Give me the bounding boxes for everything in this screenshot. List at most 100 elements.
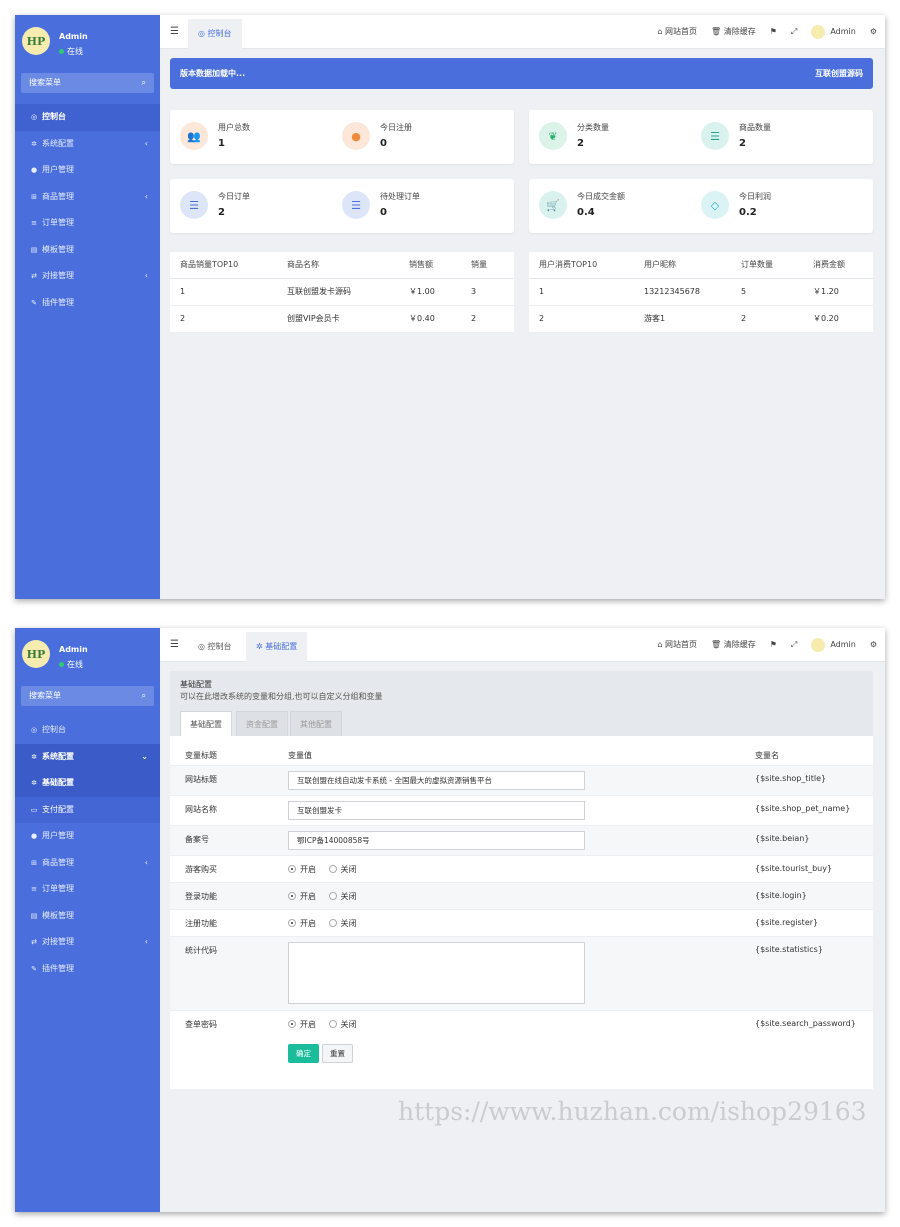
language-icon[interactable]: ⚑ bbox=[770, 628, 777, 662]
field-label: 游客购买 bbox=[185, 865, 217, 874]
config-row-login: 登录功能 开启 关闭 {$site.login} bbox=[170, 883, 873, 910]
sidebar-item-users[interactable]: ● 用户管理 bbox=[15, 823, 160, 850]
menu-toggle-icon[interactable]: ☰ bbox=[170, 628, 179, 662]
avatar[interactable]: HP bbox=[22, 27, 50, 55]
sidebar-item-plugins[interactable]: ✎ 插件管理 bbox=[15, 290, 160, 317]
tab-basic-config[interactable]: ✲ 基础配置 bbox=[246, 632, 308, 662]
sidebar-item-dashboard[interactable]: ◎ 控制台 bbox=[15, 104, 160, 131]
sidebar-item-basic-config[interactable]: ✲ 基础配置 bbox=[15, 770, 160, 797]
radio-label: 关闭 bbox=[340, 919, 357, 928]
user-menu[interactable]: Admin bbox=[811, 15, 856, 49]
online-dot-icon bbox=[59, 662, 64, 667]
radio-off[interactable]: 关闭 bbox=[328, 892, 357, 901]
radio-off[interactable]: 关闭 bbox=[328, 1020, 357, 1029]
radio-on[interactable]: 开启 bbox=[288, 892, 316, 901]
variable-name: {$site.search_password} bbox=[755, 1019, 856, 1028]
sidebar-item-docking[interactable]: ⇄ 对接管理 ‹ bbox=[15, 929, 160, 956]
radio-on[interactable]: 开启 bbox=[288, 1020, 316, 1029]
column-header: 用户昵称 bbox=[634, 252, 731, 279]
table-row: 2 创盟VIP会员卡 ￥0.40 2 bbox=[170, 305, 514, 333]
avatar[interactable]: HP bbox=[22, 640, 50, 668]
radio-off[interactable]: 关闭 bbox=[328, 919, 357, 928]
reset-button[interactable]: 重置 bbox=[322, 1044, 353, 1063]
radio-unchecked-icon bbox=[328, 919, 337, 927]
exchange-icon: ⇄ bbox=[31, 938, 37, 946]
clear-cache-link[interactable]: 🗑 清除缓存 bbox=[711, 15, 756, 49]
sidebar-item-goods[interactable]: ⊞ 商品管理 ‹ bbox=[15, 850, 160, 877]
sidebar-item-payment-config[interactable]: ▭ 支付配置 bbox=[15, 796, 160, 823]
status-text: 在线 bbox=[67, 47, 83, 56]
table-cell: 1 bbox=[529, 278, 634, 306]
list-icon: ☰ bbox=[701, 122, 729, 150]
home-link[interactable]: ⌂ 网站首页 bbox=[657, 15, 697, 49]
sidebar-item-plugins[interactable]: ✎ 插件管理 bbox=[15, 956, 160, 983]
stat-value: 0.4 bbox=[577, 207, 595, 218]
settings-icon[interactable]: ⚙ bbox=[870, 628, 877, 662]
shop-name-input[interactable]: 互联创盟发卡 bbox=[288, 801, 585, 820]
sidebar-item-orders[interactable]: ≡ 订单管理 bbox=[15, 210, 160, 237]
search-icon[interactable]: ⌕ bbox=[142, 73, 146, 93]
menu-search-input[interactable]: 搜索菜单 ⌕ bbox=[21, 73, 154, 93]
shop-title-input[interactable]: 互联创盟在线自动发卡系统 - 全国最大的虚拟资源销售平台 bbox=[288, 771, 585, 790]
stat-today-profit: ◇ 今日利润 0.2 bbox=[701, 191, 861, 221]
navbar-right: ⌂ 网站首页 🗑 清除缓存 ⚑ ⤢ Admin ⚙ bbox=[657, 15, 877, 49]
tab-basic-config[interactable]: 基础配置 bbox=[180, 711, 232, 736]
fullscreen-icon[interactable]: ⤢ bbox=[791, 628, 797, 662]
search-password-radio-group: 开启 关闭 bbox=[288, 1019, 357, 1030]
home-icon: ⌂ bbox=[657, 27, 666, 36]
search-icon[interactable]: ⌕ bbox=[142, 686, 146, 706]
home-link[interactable]: ⌂ 网站首页 bbox=[657, 628, 697, 662]
clear-cache-link[interactable]: 🗑 清除缓存 bbox=[711, 628, 756, 662]
config-panel: 基础配置 可以在此增改系统的变量和分组,也可以自定义分组和变量 基础配置 资金配… bbox=[170, 671, 873, 1089]
radio-label: 开启 bbox=[300, 1020, 316, 1029]
field-label: 统计代码 bbox=[185, 946, 217, 955]
confirm-button[interactable]: 确定 bbox=[288, 1044, 319, 1063]
field-label: 网站名称 bbox=[185, 805, 217, 814]
menu-toggle-icon[interactable]: ☰ bbox=[170, 15, 179, 49]
notice-text: 版本数据加载中... bbox=[180, 69, 246, 78]
sidebar-menu: ◎ 控制台 ✲ 系统配置 ⌄ ✲ 基础配置 ▭ 支付配置 ● 用户管理 ⊞ 商品管理 ‹ ≡ 订单… bbox=[15, 717, 160, 982]
stat-label: 分类数量 bbox=[577, 123, 609, 132]
sidebar-item-templates[interactable]: ▤ 模板管理 bbox=[15, 903, 160, 930]
settings-icon[interactable]: ⚙ bbox=[870, 15, 877, 49]
stat-value: 2 bbox=[739, 138, 746, 149]
sidebar-item-label: 插件管理 bbox=[42, 963, 74, 973]
home-label: 网站首页 bbox=[665, 27, 698, 36]
sidebar-item-docking[interactable]: ⇄ 对接管理 ‹ bbox=[15, 263, 160, 290]
field-label: 网站标题 bbox=[185, 775, 217, 784]
statistics-textarea[interactable] bbox=[288, 942, 585, 1004]
sidebar-item-system-config[interactable]: ✲ 系统配置 ⌄ bbox=[15, 743, 160, 770]
table-header-row: 商品销量TOP10 商品名称 销售额 销量 bbox=[170, 252, 514, 279]
radio-off[interactable]: 关闭 bbox=[328, 865, 357, 874]
cart-icon: 🛒 bbox=[539, 191, 567, 219]
stat-label: 今日注册 bbox=[380, 123, 412, 132]
variable-name: {$site.tourist_buy} bbox=[755, 864, 833, 873]
sidebar-item-system-config[interactable]: ✲ 系统配置 ‹ bbox=[15, 131, 160, 158]
tab-dashboard[interactable]: ◎ 控制台 bbox=[188, 632, 242, 662]
fullscreen-icon[interactable]: ⤢ bbox=[791, 15, 797, 49]
radio-on[interactable]: 开启 bbox=[288, 919, 316, 928]
tab-other-config[interactable]: 其他配置 bbox=[290, 711, 342, 736]
language-icon[interactable]: ⚑ bbox=[770, 15, 777, 49]
notice-link[interactable]: 互联创盟源码 bbox=[815, 58, 863, 89]
user-menu[interactable]: Admin bbox=[811, 628, 856, 662]
tab-dashboard[interactable]: ◎ 控制台 bbox=[188, 19, 242, 49]
radio-on[interactable]: 开启 bbox=[288, 865, 316, 874]
sidebar-item-dashboard[interactable]: ◎ 控制台 bbox=[15, 717, 160, 744]
sidebar-item-users[interactable]: ● 用户管理 bbox=[15, 157, 160, 184]
sidebar-item-orders[interactable]: ≡ 订单管理 bbox=[15, 876, 160, 903]
column-header: 订单数量 bbox=[731, 252, 803, 279]
stat-pending-orders: ☰ 待处理订单 0 bbox=[342, 191, 502, 221]
beian-input[interactable]: 鄂ICP备14000858号 bbox=[288, 831, 585, 850]
field-label: 登录功能 bbox=[185, 892, 217, 901]
menu-search-input[interactable]: 搜索菜单 ⌕ bbox=[21, 686, 154, 706]
variable-name: {$site.shop_title} bbox=[755, 774, 827, 783]
sidebar-item-goods[interactable]: ⊞ 商品管理 ‹ bbox=[15, 184, 160, 211]
sidebar-item-label: 控制台 bbox=[42, 112, 66, 121]
tab-fund-config[interactable]: 资金配置 bbox=[236, 711, 288, 736]
radio-unchecked-icon bbox=[328, 1020, 337, 1028]
sidebar-item-templates[interactable]: ▤ 模板管理 bbox=[15, 237, 160, 264]
sidebar-item-label: 商品管理 bbox=[42, 191, 74, 201]
dashboard-screenshot: HP Admin 在线 搜索菜单 ⌕ ◎ 控制台 ✲ 系统配置 ‹ ● 用户管理 ⊞ 商品管… bbox=[15, 15, 885, 599]
field-label: 备案号 bbox=[185, 835, 209, 844]
